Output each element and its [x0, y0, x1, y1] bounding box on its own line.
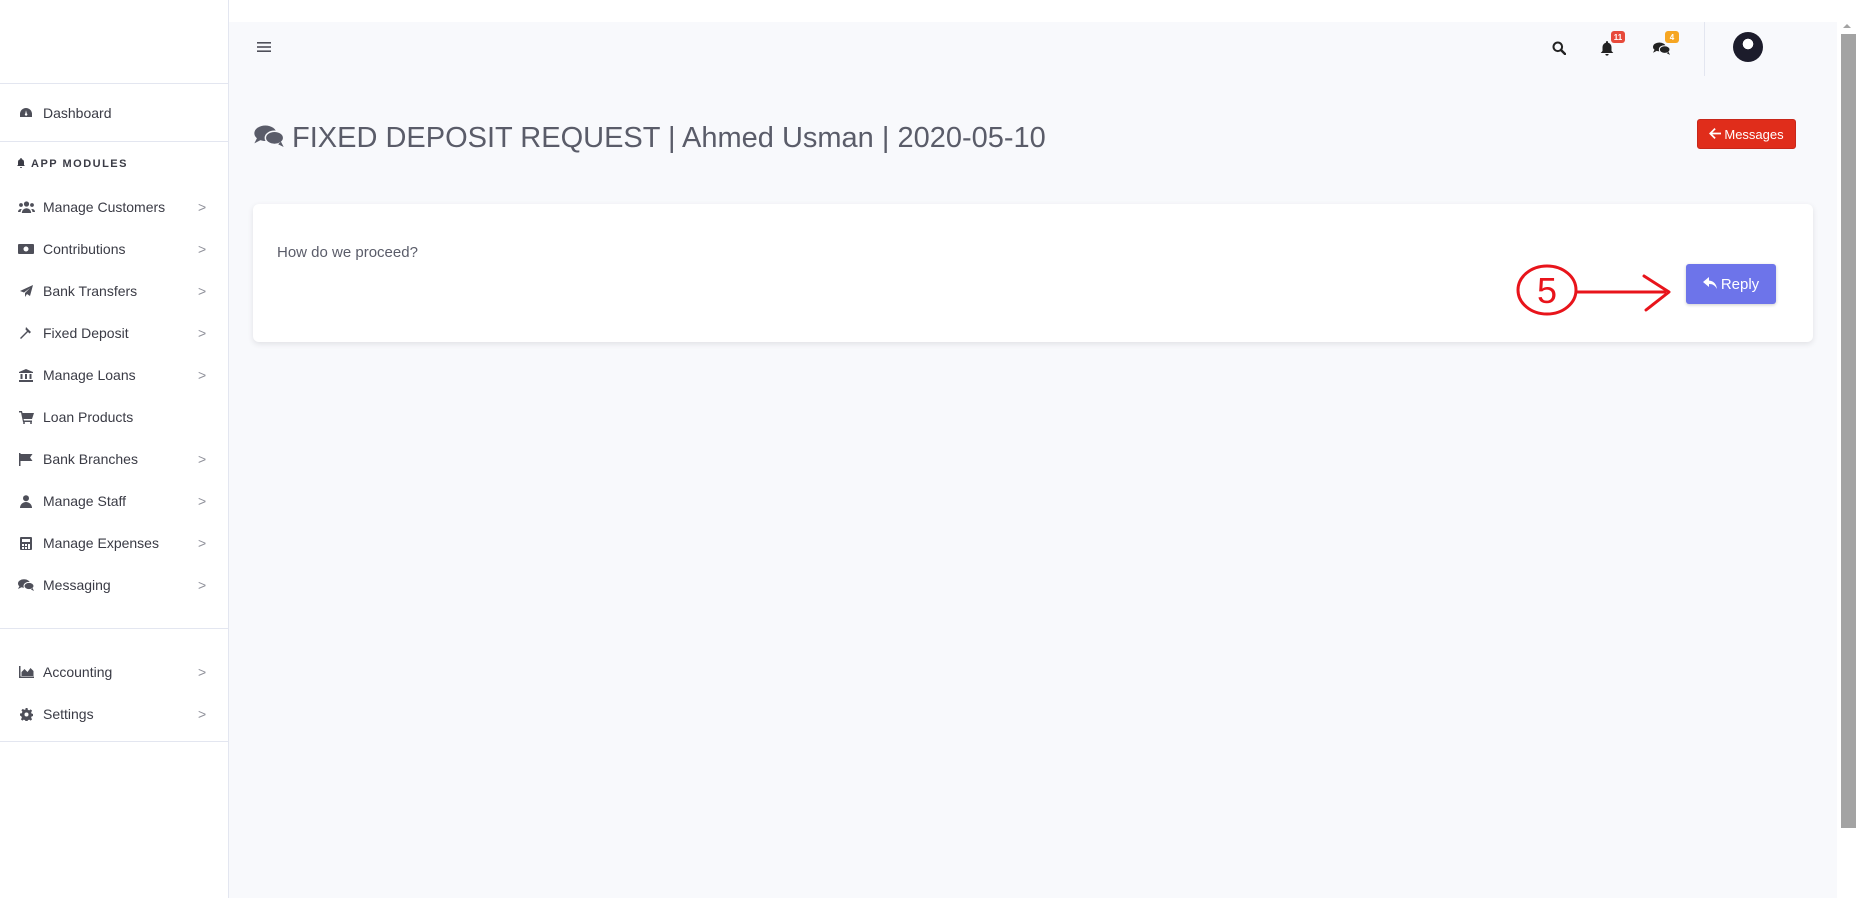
- sidebar-item-label: Manage Staff: [43, 493, 127, 509]
- chevron-right-icon: >: [198, 241, 207, 257]
- hammer-icon: [17, 326, 35, 340]
- back-to-messages-label: Messages: [1724, 126, 1784, 142]
- back-to-messages-button[interactable]: Messages: [1697, 119, 1796, 149]
- sidebar-item-manage-customers[interactable]: Manage Customers >: [0, 186, 228, 228]
- chevron-right-icon: >: [198, 706, 207, 722]
- sidebar-heading: APP MODULES: [0, 142, 228, 186]
- sidebar-item-loan-products[interactable]: Loan Products: [0, 396, 228, 438]
- avatar[interactable]: [1733, 32, 1763, 62]
- chevron-right-icon: >: [198, 283, 207, 299]
- messages-icon[interactable]: 4: [1647, 31, 1679, 62]
- sidebar-item-label: Loan Products: [43, 409, 134, 425]
- search-icon[interactable]: [1545, 34, 1573, 62]
- cog-icon: [17, 707, 35, 721]
- sidebar-item-label: Messaging: [43, 577, 111, 593]
- chevron-right-icon: >: [198, 325, 207, 341]
- sidebar-brand: [0, 0, 228, 84]
- bars-icon[interactable]: [257, 36, 271, 59]
- users-icon: [17, 200, 35, 214]
- calculator-icon: [17, 536, 35, 550]
- sidebar-item-contributions[interactable]: Contributions >: [0, 228, 228, 270]
- sidebar-item-label: Manage Loans: [43, 367, 136, 383]
- cart-icon: [17, 410, 35, 424]
- sidebar: Dashboard APP MODULES Manage Customers >…: [0, 0, 229, 898]
- chevron-right-icon: >: [198, 451, 207, 467]
- sidebar-divider: [0, 628, 228, 629]
- chevron-right-icon: >: [198, 577, 207, 593]
- reply-button-label: Reply: [1720, 275, 1760, 293]
- annotation-number: 5: [1537, 270, 1557, 311]
- comments-icon: [254, 122, 285, 155]
- sidebar-item-label: Manage Customers: [43, 199, 166, 215]
- paper-plane-icon: [17, 284, 35, 298]
- chevron-right-icon: >: [198, 199, 207, 215]
- topbar-divider: [1704, 22, 1705, 76]
- sidebar-item-manage-loans[interactable]: Manage Loans >: [0, 354, 228, 396]
- chevron-right-icon: >: [198, 493, 207, 509]
- sidebar-item-dashboard[interactable]: Dashboard: [0, 84, 228, 142]
- reply-icon: [1702, 276, 1717, 293]
- scrollbar-thumb[interactable]: [1841, 34, 1856, 828]
- sidebar-item-label: Bank Transfers: [43, 283, 138, 299]
- sidebar-item-accounting[interactable]: Accounting >: [0, 651, 228, 693]
- chevron-right-icon: >: [198, 535, 207, 551]
- chevron-right-icon: >: [198, 367, 207, 383]
- sidebar-item-settings[interactable]: Settings >: [0, 693, 228, 735]
- comments-icon: [17, 578, 35, 592]
- notifications-bell-icon[interactable]: 11: [1593, 31, 1625, 62]
- sidebar-item-label: Accounting: [43, 664, 113, 680]
- sidebar-item-label: Settings: [43, 706, 94, 722]
- area-chart-icon: [17, 665, 35, 679]
- sidebar-item-manage-staff[interactable]: Manage Staff >: [0, 480, 228, 522]
- sidebar-item-label: Manage Expenses: [43, 535, 159, 551]
- sidebar-item-messaging[interactable]: Messaging >: [0, 564, 228, 606]
- flag-icon: [17, 452, 35, 466]
- messages-badge: 4: [1665, 31, 1679, 43]
- topbar: 11 4: [229, 22, 1837, 84]
- notifications-badge: 11: [1611, 31, 1625, 43]
- page-title: FIXED DEPOSIT REQUEST | Ahmed Usman | 20…: [254, 122, 1046, 155]
- sidebar-item-bank-branches[interactable]: Bank Branches >: [0, 438, 228, 480]
- user-icon: [17, 494, 35, 508]
- scroll-up-arrow-icon[interactable]: [1840, 18, 1854, 28]
- bank-icon: [17, 368, 35, 382]
- sidebar-item-fixed-deposit[interactable]: Fixed Deposit >: [0, 312, 228, 354]
- page-title-text: FIXED DEPOSIT REQUEST | Ahmed Usman | 20…: [292, 122, 1046, 154]
- sidebar-item-label: Contributions: [43, 241, 126, 257]
- main-content: 11 4 FIXED DEPOSIT REQUEST | Ahmed Usman…: [229, 22, 1837, 898]
- sidebar-item-manage-expenses[interactable]: Manage Expenses >: [0, 522, 228, 564]
- bell-icon: [17, 157, 25, 171]
- annotation-step-arrow: 5: [1514, 260, 1676, 327]
- money-icon: [17, 242, 35, 256]
- message-body: How do we proceed?: [277, 244, 418, 261]
- sidebar-item-label: Bank Branches: [43, 451, 138, 467]
- arrow-left-icon: [1709, 127, 1722, 142]
- sidebar-item-bank-transfers[interactable]: Bank Transfers >: [0, 270, 228, 312]
- chevron-right-icon: >: [198, 664, 207, 680]
- sidebar-item-label: Dashboard: [43, 104, 112, 121]
- sidebar-divider: [0, 741, 228, 742]
- sidebar-item-label: Fixed Deposit: [43, 325, 129, 341]
- tachometer-icon: [17, 106, 35, 120]
- reply-button[interactable]: Reply: [1686, 264, 1776, 304]
